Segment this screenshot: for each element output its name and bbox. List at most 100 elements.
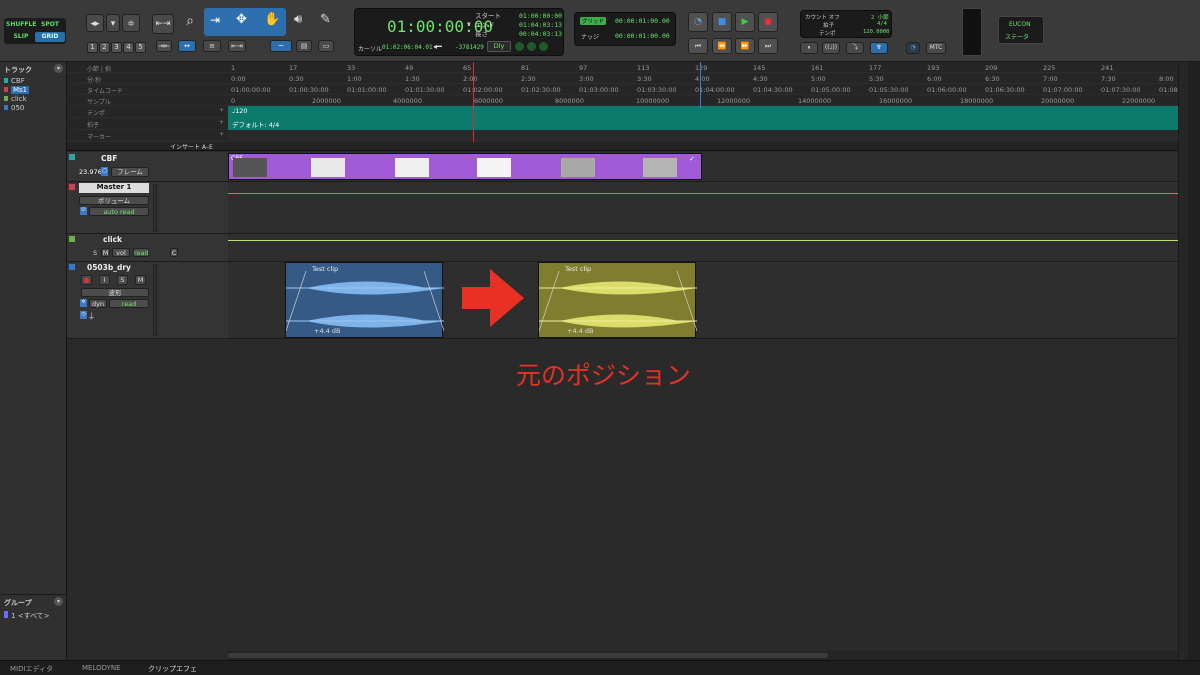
metronome-icon[interactable]: ((♩)) bbox=[822, 42, 840, 54]
selection-length[interactable]: 00:04:03:13 bbox=[519, 30, 562, 39]
delay-comp-button[interactable]: Dly bbox=[487, 41, 511, 52]
clip-gain[interactable]: +4.4 dB bbox=[314, 327, 340, 335]
spot-mode[interactable]: SPOT bbox=[35, 21, 65, 28]
track-header-click[interactable]: click S M vol read C bbox=[67, 234, 228, 262]
automation-view[interactable]: vol bbox=[112, 248, 130, 257]
zoom-preset-2[interactable]: 2 bbox=[99, 42, 110, 53]
track-header-0503b[interactable]: 0503b_dry ● I S M 波形 ✲ dyn read ◷ ⍊ bbox=[67, 262, 228, 339]
zoom-preset-5[interactable]: 5 bbox=[135, 42, 146, 53]
wait-for-note-icon[interactable]: ⏸ bbox=[800, 42, 818, 54]
audio-clip-moved[interactable]: Test clip +4.4 dB bbox=[285, 262, 444, 338]
shuffle-mode[interactable]: SHUFFLE bbox=[6, 21, 36, 28]
magnifier-tool[interactable]: ⌕ bbox=[180, 12, 200, 32]
tempo-marker[interactable]: ♩120 bbox=[232, 107, 247, 115]
counter-dropdown-icon[interactable]: ▾ bbox=[467, 20, 471, 28]
trimmer-icon[interactable]: ⇥ bbox=[210, 13, 220, 27]
record-arm-button[interactable]: ● bbox=[81, 275, 92, 285]
automation-mode[interactable]: auto read bbox=[89, 207, 149, 216]
groups-menu-icon[interactable]: ▾ bbox=[54, 597, 63, 606]
return-to-zero-button[interactable]: ⏮ bbox=[688, 38, 708, 54]
slip-mode[interactable]: SLIP bbox=[6, 33, 36, 40]
track-name[interactable]: click bbox=[103, 235, 122, 244]
online-sync-icon[interactable]: ◔ bbox=[906, 42, 920, 54]
nudge-value[interactable]: 00:00:01:00.00 bbox=[615, 32, 670, 40]
grid-label[interactable]: グリッド bbox=[580, 17, 607, 25]
meter-value[interactable]: 4/4 bbox=[877, 21, 887, 27]
meter-marker[interactable]: デフォルト: 4/4 bbox=[232, 119, 279, 129]
zoom-out-button[interactable]: ◂▸ bbox=[86, 14, 104, 32]
view-selector[interactable]: フレーム bbox=[111, 167, 149, 177]
online-button[interactable]: ◔ bbox=[688, 12, 708, 32]
elastic-audio-selector[interactable]: dyn bbox=[89, 299, 107, 308]
clip-gain[interactable]: +4.4 dB bbox=[567, 327, 593, 335]
vertical-scrollbar[interactable] bbox=[1178, 62, 1188, 660]
track-header-master[interactable]: Master 1 ボリューム auto read ⏻ bbox=[67, 182, 228, 234]
track-list-item[interactable]: Ms1 bbox=[4, 86, 30, 94]
record-button[interactable]: ● bbox=[758, 12, 778, 32]
group-item[interactable]: 1 <すべて> bbox=[4, 611, 50, 621]
solo-button[interactable]: S bbox=[93, 249, 97, 257]
pencil-icon[interactable]: ✎ bbox=[320, 12, 331, 27]
link-icon[interactable]: ⇥⇤ bbox=[156, 40, 172, 52]
view-selector[interactable]: 波形 bbox=[81, 288, 149, 297]
eucon-status[interactable]: ステータ bbox=[1005, 32, 1029, 41]
markers-ruler-header[interactable]: マーカー + bbox=[67, 130, 228, 142]
stop-button[interactable]: ■ bbox=[712, 12, 732, 32]
zoom-toggle-button[interactable]: ▾ bbox=[106, 14, 120, 32]
selection-start[interactable]: 01:00:00:00 bbox=[519, 12, 562, 21]
track-list-item[interactable]: click bbox=[4, 95, 27, 103]
track-select-icon[interactable]: ≡ bbox=[203, 40, 221, 52]
tempo-ruler-lane[interactable]: ♩120 bbox=[228, 106, 1188, 118]
tempo-value[interactable]: 120.0000 bbox=[863, 29, 890, 35]
add-icon[interactable]: + bbox=[219, 107, 224, 114]
vertical-zoom-button[interactable]: ≑ bbox=[122, 14, 140, 32]
count-off[interactable]: カウント オフ bbox=[805, 13, 840, 21]
tab-to-transient-icon[interactable]: ↔ bbox=[178, 40, 196, 52]
play-button[interactable]: ▶ bbox=[735, 12, 755, 32]
tab-midi-editor[interactable]: MIDIエディタ bbox=[10, 664, 53, 674]
timebase-icon[interactable]: ◷ bbox=[80, 311, 87, 319]
click-volume-line[interactable] bbox=[228, 240, 1178, 241]
tracks-menu-icon[interactable]: ▾ bbox=[54, 64, 63, 73]
grid-value[interactable]: 00:00:01:00.00 bbox=[615, 17, 670, 25]
video-clip[interactable]: CBF ✓ bbox=[228, 153, 702, 180]
track-header-cbf[interactable]: CBF 23.976 ○ フレーム bbox=[67, 152, 228, 182]
tempo-ruler-header[interactable]: テンポ + bbox=[67, 106, 228, 118]
tab-clip-effects[interactable]: クリップエフェ bbox=[148, 664, 197, 674]
tab-melodyne[interactable]: MELODYNE bbox=[82, 664, 121, 672]
audio-clip-original[interactable]: Test clip +4.4 dB bbox=[538, 262, 697, 338]
mute-button[interactable]: M bbox=[101, 248, 110, 257]
go-to-end-button[interactable]: ⏭ bbox=[758, 38, 778, 54]
grabber-icon[interactable]: ✋ bbox=[264, 12, 280, 27]
track-name[interactable]: Master 1 bbox=[79, 183, 149, 193]
fast-forward-button[interactable]: ⏩ bbox=[735, 38, 755, 54]
empty-edit-area[interactable] bbox=[228, 339, 1178, 651]
view-selector[interactable]: ボリューム bbox=[79, 196, 149, 205]
playlist-icon[interactable]: ✲ bbox=[80, 299, 87, 307]
zoom-preset-4[interactable]: 4 bbox=[123, 42, 134, 53]
meter-ruler-header[interactable]: 拍子 + bbox=[67, 118, 228, 130]
master-volume-line[interactable] bbox=[228, 193, 1178, 194]
zoomer-tool[interactable]: ⇤⇥ bbox=[152, 14, 174, 34]
track-name[interactable]: 0503b_dry bbox=[87, 263, 131, 272]
add-icon[interactable]: + bbox=[219, 131, 224, 138]
insertion-follows-icon[interactable]: ~ bbox=[270, 40, 292, 52]
automation-mode[interactable]: read bbox=[109, 299, 149, 308]
horizontal-scrollbar[interactable] bbox=[228, 651, 1178, 660]
track-name[interactable]: CBF bbox=[101, 154, 117, 163]
meter-ruler-lane[interactable]: デフォルト: 4/4 bbox=[228, 118, 1188, 130]
track-list-item[interactable]: CBF bbox=[4, 77, 25, 85]
solo-button[interactable]: S bbox=[117, 275, 128, 285]
keyboard-focus-icon[interactable]: ▭ bbox=[318, 40, 334, 52]
bars-beats-ruler[interactable]: 小節 | 拍 1 17 33 49 65 81 97 113 129 145 161 177 193 209… bbox=[67, 62, 1200, 73]
horizontal-scroll-thumb[interactable] bbox=[228, 653, 828, 658]
track-list-item[interactable]: 050 bbox=[4, 104, 24, 112]
conductor-icon[interactable]: ♆ bbox=[870, 42, 888, 54]
link-timeline-icon[interactable]: ▤ bbox=[296, 40, 312, 52]
add-icon[interactable]: + bbox=[219, 119, 224, 126]
zoom-preset-3[interactable]: 3 bbox=[111, 42, 122, 53]
timecode-ruler[interactable]: タイムコード 01:00:00:00 01:00:30:00 01:01:00:00 0… bbox=[67, 84, 1200, 95]
grid-mode[interactable]: GRID bbox=[35, 32, 65, 42]
selection-end[interactable]: 01:04:03:13 bbox=[519, 21, 562, 30]
online-icon[interactable]: ○ bbox=[101, 167, 108, 176]
